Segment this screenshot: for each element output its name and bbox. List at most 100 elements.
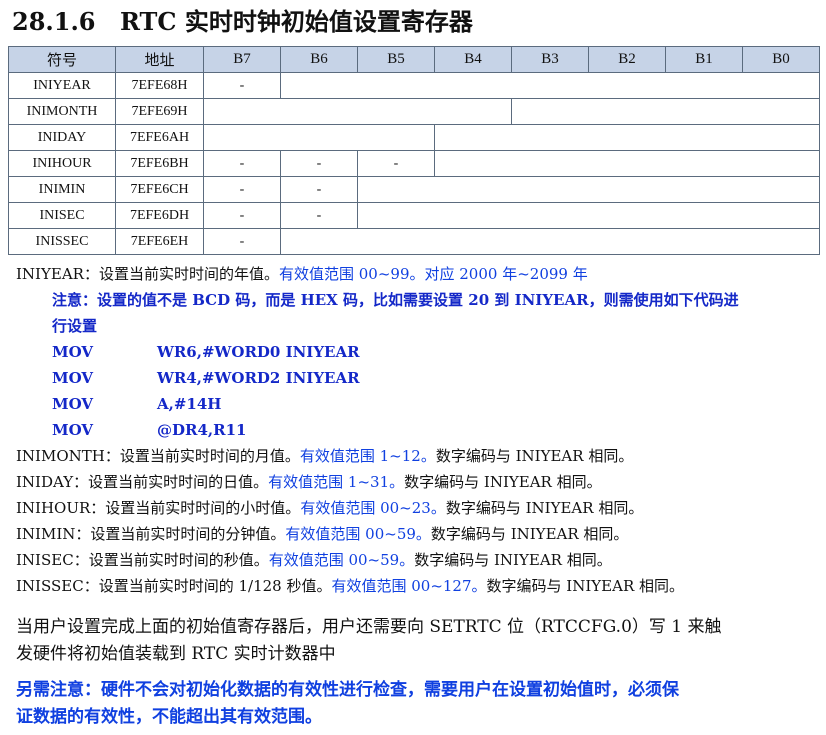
code-args: WR4,#WORD2 INIYEAR	[157, 369, 360, 387]
valid-range: 有效值范围 00~59。	[268, 551, 415, 569]
code-args: A,#14H	[157, 395, 222, 413]
desc-text: ：设置当前实时时间的分钟值。	[75, 525, 286, 543]
register-name: INIDAY	[16, 473, 74, 491]
register-symbol: INIMONTH	[8, 98, 116, 125]
register-table: 符号 地址 B7 B6 B5 B4 B3 B2 B1 B0 INIYEAR 7EF…	[8, 46, 820, 255]
register-address: 7EFE6EH	[115, 228, 204, 255]
register-symbol: INISSEC	[8, 228, 116, 255]
table-row: INIMIN 7EFE6CH - -	[8, 176, 820, 203]
inimin-desc: INIMIN：设置当前实时时间的分钟值。有效值范围 00~59。数字编码与 IN…	[16, 523, 628, 545]
table-row: INIHOUR 7EFE6BH - - -	[8, 150, 820, 177]
register-address: 7EFE6BH	[115, 150, 204, 177]
code-line: MOV WR4,#WORD2 INIYEAR	[52, 367, 360, 389]
register-name: INIHOUR	[16, 499, 91, 517]
inisec-desc: INISEC：设置当前实时时间的秒值。有效值范围 00~59。数字编码与 INI…	[16, 549, 612, 571]
code-op: MOV	[52, 369, 94, 387]
desc-text: ：设置当前实时时间的日值。	[73, 473, 269, 491]
bit-field	[357, 176, 820, 203]
paragraph-line: 另需注意：硬件不会对初始化数据的有效性进行检查，需要用户在设置初始值时，必须保	[16, 680, 679, 700]
header-b0: B0	[742, 46, 820, 73]
desc-text: ：设置当前实时时间的月值。	[104, 447, 300, 465]
inihour-desc: INIHOUR：设置当前实时时间的小时值。有效值范围 00~23。数字编码与 I…	[16, 497, 643, 519]
header-b7: B7	[203, 46, 281, 73]
code-op: MOV	[52, 395, 94, 413]
valid-range: 有效值范围 00~23。	[300, 499, 446, 517]
header-b3: B3	[511, 46, 589, 73]
valid-range: 有效值范围 00~59。	[285, 525, 431, 543]
reserved-bit: -	[203, 72, 281, 99]
desc-tail: 数字编码与 INIYEAR 相同。	[430, 525, 629, 543]
inissec-desc: INISSEC：设置当前实时时间的 1/128 秒值。有效值范围 00~127。…	[16, 575, 684, 597]
register-symbol: INIHOUR	[8, 150, 116, 177]
table-row: INIMONTH 7EFE69H	[8, 98, 820, 125]
section-heading: 28.1.6 RTC 实时时钟初始值设置寄存器	[12, 4, 473, 40]
code-line: MOV WR6,#WORD0 INIYEAR	[52, 341, 360, 363]
code-line: MOV @DR4,R11	[52, 419, 246, 441]
warning-paragraph: 另需注意：硬件不会对初始化数据的有效性进行检查，需要用户在设置初始值时，必须保 …	[16, 677, 679, 731]
code-op: MOV	[52, 343, 94, 361]
header-b4: B4	[434, 46, 512, 73]
header-b6: B6	[280, 46, 358, 73]
paragraph-line: 发硬件将初始值装载到 RTC 实时计数器中	[16, 644, 336, 664]
register-symbol: INISEC	[8, 202, 116, 229]
desc-tail: 数字编码与 INIYEAR 相同。	[404, 473, 602, 491]
header-address: 地址	[115, 46, 204, 73]
reserved-bit: -	[280, 202, 358, 229]
reserved-bit: -	[203, 176, 281, 203]
register-name: INIMIN	[16, 525, 76, 543]
table-row: INISSEC 7EFE6EH -	[8, 228, 820, 255]
register-address: 7EFE6CH	[115, 176, 204, 203]
reserved-bit: -	[280, 176, 358, 203]
register-symbol: INIMIN	[8, 176, 116, 203]
desc-tail: 数字编码与 INIYEAR 相同。	[486, 577, 685, 595]
register-name: INIYEAR	[16, 265, 84, 283]
register-address: 7EFE68H	[115, 72, 204, 99]
desc-tail: 数字编码与 INIYEAR 相同。	[445, 499, 644, 517]
paragraph-line: 当用户设置完成上面的初始值寄存器后，用户还需要向 SETRTC 位（RTCCFG…	[16, 617, 722, 637]
header-symbol: 符号	[8, 46, 116, 73]
register-address: 7EFE69H	[115, 98, 204, 125]
register-name: INISSEC	[16, 577, 84, 595]
reserved-bit: -	[357, 150, 435, 177]
iniday-desc: INIDAY：设置当前实时时间的日值。有效值范围 1~31。数字编码与 INIY…	[16, 471, 602, 493]
code-line: MOV A,#14H	[52, 393, 221, 415]
section-number: 28.1.6	[12, 7, 96, 36]
register-address: 7EFE6AH	[115, 124, 204, 151]
header-b5: B5	[357, 46, 435, 73]
note-line-1: 注意：设置的值不是 BCD 码，而是 HEX 码，比如需要设置 20 到 INI…	[52, 291, 739, 309]
register-name: INISEC	[16, 551, 74, 569]
header-b2: B2	[588, 46, 666, 73]
table-row: INISEC 7EFE6DH - -	[8, 202, 820, 229]
valid-range: 有效值范围 00~127。	[331, 577, 487, 595]
table-header-row: 符号 地址 B7 B6 B5 B4 B3 B2 B1 B0	[8, 46, 820, 73]
reserved-bit: -	[203, 150, 281, 177]
bit-field	[434, 150, 820, 177]
table-row: INIYEAR 7EFE68H -	[8, 72, 820, 99]
reserved-bit: -	[203, 228, 281, 255]
desc-tail: 数字编码与 INIYEAR 相同。	[435, 447, 634, 465]
bit-field	[511, 98, 820, 125]
code-op: MOV	[52, 421, 94, 439]
inimonth-desc: INIMONTH：设置当前实时时间的月值。有效值范围 1~12。数字编码与 IN…	[16, 445, 633, 467]
valid-range: 有效值范围 00~99。对应 2000 年~2099 年	[278, 265, 588, 283]
bit-field	[203, 124, 435, 151]
valid-range: 有效值范围 1~31。	[268, 473, 405, 491]
reserved-bit: -	[280, 150, 358, 177]
desc-text: ：设置当前实时时间的小时值。	[90, 499, 301, 517]
register-symbol: INIYEAR	[8, 72, 116, 99]
setrtc-paragraph: 当用户设置完成上面的初始值寄存器后，用户还需要向 SETRTC 位（RTCCFG…	[16, 614, 722, 668]
register-name: INIMONTH	[16, 447, 105, 465]
desc-text: ：设置当前实时时间的年值。	[83, 265, 279, 283]
desc-tail: 数字编码与 INIYEAR 相同。	[414, 551, 612, 569]
header-b1: B1	[665, 46, 743, 73]
desc-text: ：设置当前实时时间的 1/128 秒值。	[83, 577, 332, 595]
table-row: INIDAY 7EFE6AH	[8, 124, 820, 151]
reserved-bit: -	[203, 202, 281, 229]
iniyear-desc: INIYEAR：设置当前实时时间的年值。有效值范围 00~99。对应 2000 …	[16, 263, 588, 285]
bit-field	[280, 72, 820, 99]
section-title: RTC 实时时钟初始值设置寄存器	[120, 7, 473, 36]
bit-field	[434, 124, 820, 151]
bit-field	[280, 228, 820, 255]
bit-field	[203, 98, 512, 125]
register-symbol: INIDAY	[8, 124, 116, 151]
